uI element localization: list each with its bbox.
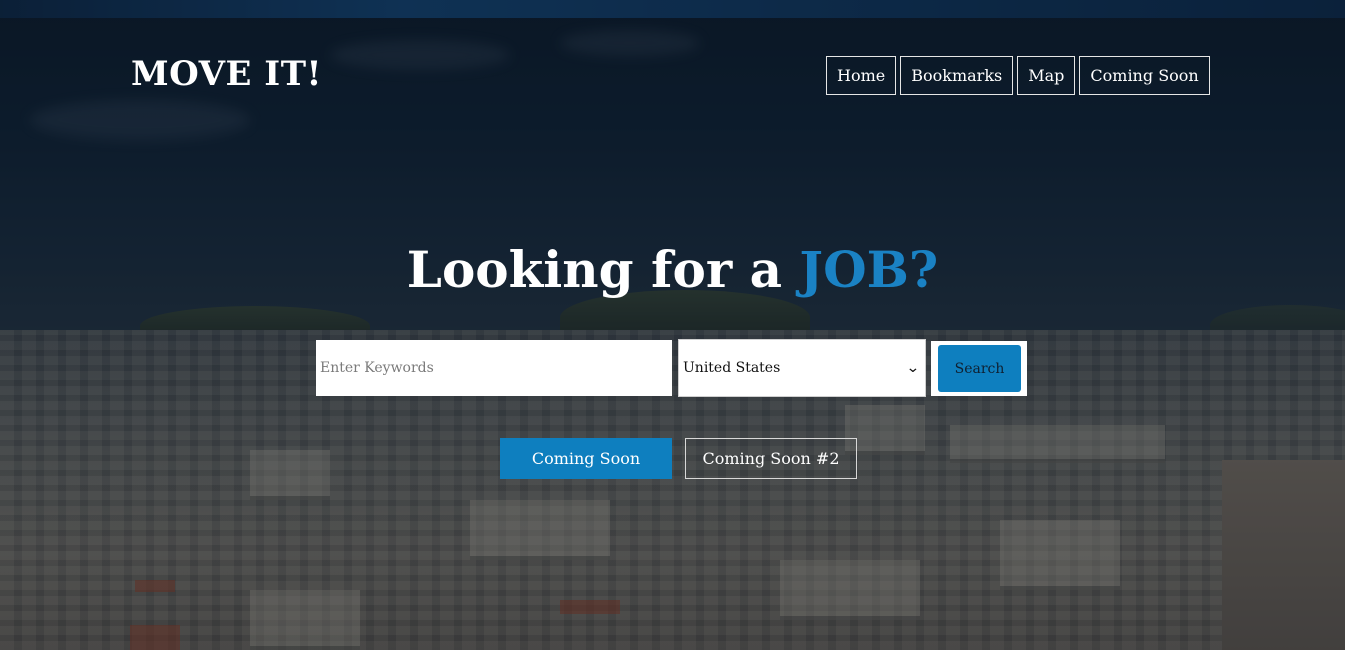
main-nav: Home Bookmarks Map Coming Soon <box>826 56 1210 95</box>
coming-soon-button[interactable]: Coming Soon <box>500 438 672 479</box>
site-logo[interactable]: MOVE IT! <box>131 54 322 94</box>
coming-soon-2-button[interactable]: Coming Soon #2 <box>685 438 857 479</box>
search-button[interactable]: Search <box>938 345 1021 392</box>
nav-home[interactable]: Home <box>826 56 897 95</box>
hero-headline: Looking for a JOB? <box>0 240 1345 299</box>
headline-accent: JOB? <box>799 240 939 299</box>
nav-map[interactable]: Map <box>1017 56 1076 95</box>
search-button-frame: Search <box>931 341 1027 396</box>
background-overlay <box>0 0 1345 650</box>
country-select[interactable]: United States ⌄ <box>678 339 926 397</box>
landing-page: MOVE IT! Home Bookmarks Map Coming Soon … <box>0 0 1345 650</box>
country-select-value: United States <box>683 360 781 376</box>
nav-coming-soon[interactable]: Coming Soon <box>1079 56 1210 95</box>
chevron-down-icon: ⌄ <box>906 360 921 376</box>
nav-bookmarks[interactable]: Bookmarks <box>900 56 1014 95</box>
keywords-input[interactable] <box>316 340 672 396</box>
headline-prefix: Looking for a <box>406 240 800 299</box>
